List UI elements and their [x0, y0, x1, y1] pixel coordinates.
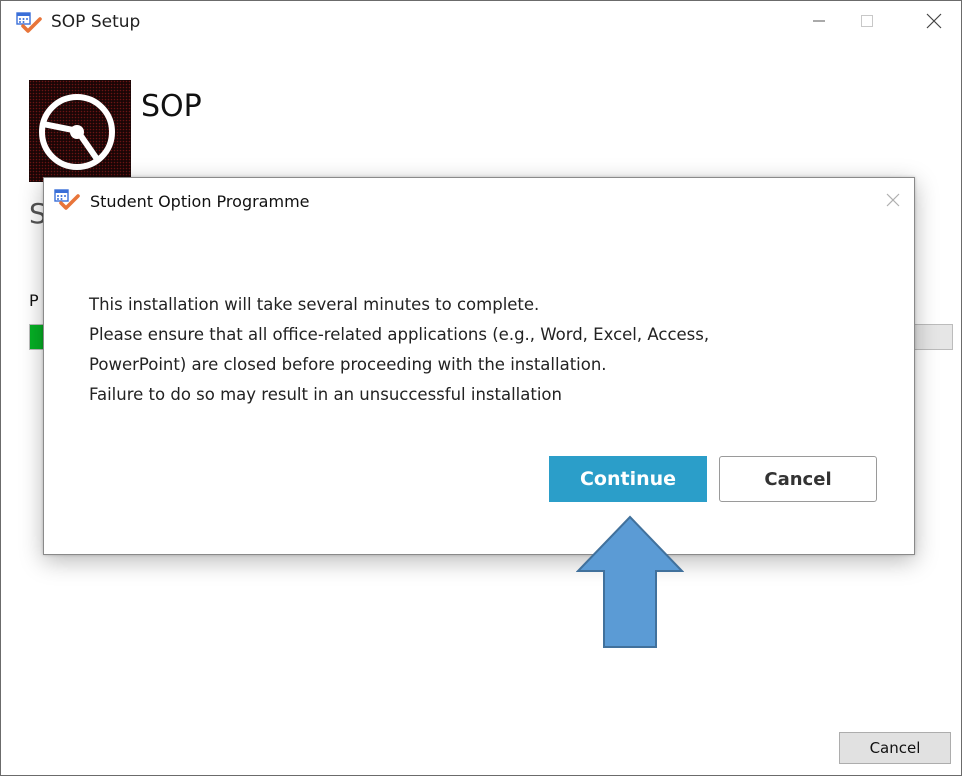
- dialog-close-button[interactable]: [880, 188, 906, 212]
- continue-button[interactable]: Continue: [549, 456, 707, 502]
- progress-label: P: [29, 291, 39, 310]
- minimize-icon: [813, 20, 825, 22]
- product-title: SOP: [141, 89, 202, 124]
- close-icon: [926, 13, 942, 29]
- message-line: PowerPoint) are closed before proceeding…: [89, 355, 607, 374]
- window-title: SOP Setup: [51, 12, 141, 32]
- up-arrow-icon: [576, 515, 684, 648]
- installer-icon: [54, 189, 80, 210]
- message-line: Please ensure that all office-related ap…: [89, 325, 710, 344]
- message-line: Failure to do so may result in an unsucc…: [89, 385, 562, 404]
- close-icon: [886, 193, 900, 207]
- dialog-message: This installation will take several minu…: [89, 290, 879, 410]
- installer-icon: [16, 12, 42, 33]
- title-bar: SOP Setup: [1, 1, 961, 41]
- footer-cancel-button[interactable]: Cancel: [839, 732, 951, 764]
- product-logo: [29, 80, 131, 182]
- dialog-title: Student Option Programme: [90, 192, 310, 211]
- minimize-button[interactable]: [796, 1, 842, 41]
- disc-icon: [29, 80, 131, 182]
- maximize-button[interactable]: [844, 1, 890, 41]
- close-button[interactable]: [911, 1, 957, 41]
- message-line: This installation will take several minu…: [89, 295, 540, 314]
- setup-window: SOP Setup SOP S P Cancel Student Option …: [0, 0, 962, 776]
- maximize-icon: [861, 15, 873, 27]
- dialog-cancel-button[interactable]: Cancel: [719, 456, 877, 502]
- confirmation-dialog: Student Option Programme This installati…: [43, 177, 915, 555]
